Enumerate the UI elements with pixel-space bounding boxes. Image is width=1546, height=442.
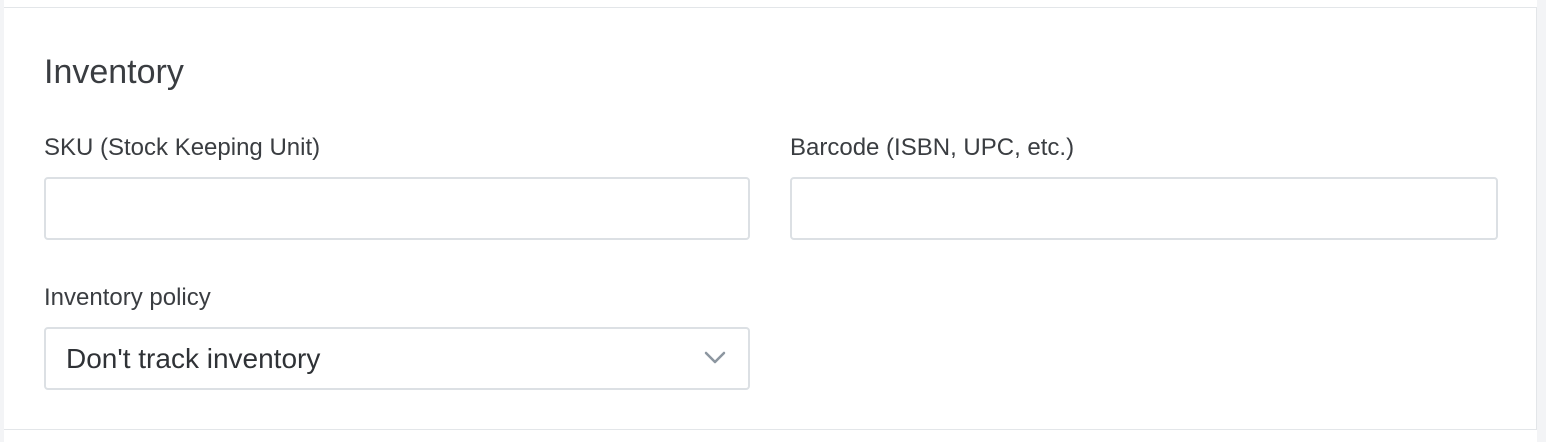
inventory-card: Inventory SKU (Stock Keeping Unit) Barco… — [4, 7, 1537, 430]
sku-field[interactable] — [44, 177, 750, 240]
sku-input[interactable] — [46, 179, 748, 238]
card-bottom-edge — [4, 430, 1537, 442]
barcode-label: Barcode (ISBN, UPC, etc.) — [790, 134, 1075, 161]
card-top-edge — [4, 0, 1537, 7]
chevron-down-icon — [704, 351, 726, 364]
inventory-policy-label: Inventory policy — [44, 284, 211, 311]
inventory-policy-select[interactable]: Don't track inventory — [44, 327, 750, 390]
barcode-field[interactable] — [790, 177, 1498, 240]
sku-label: SKU (Stock Keeping Unit) — [44, 134, 321, 161]
section-title: Inventory — [44, 53, 184, 91]
barcode-input[interactable] — [792, 179, 1496, 238]
inventory-policy-selected-value: Don't track inventory — [66, 343, 321, 374]
